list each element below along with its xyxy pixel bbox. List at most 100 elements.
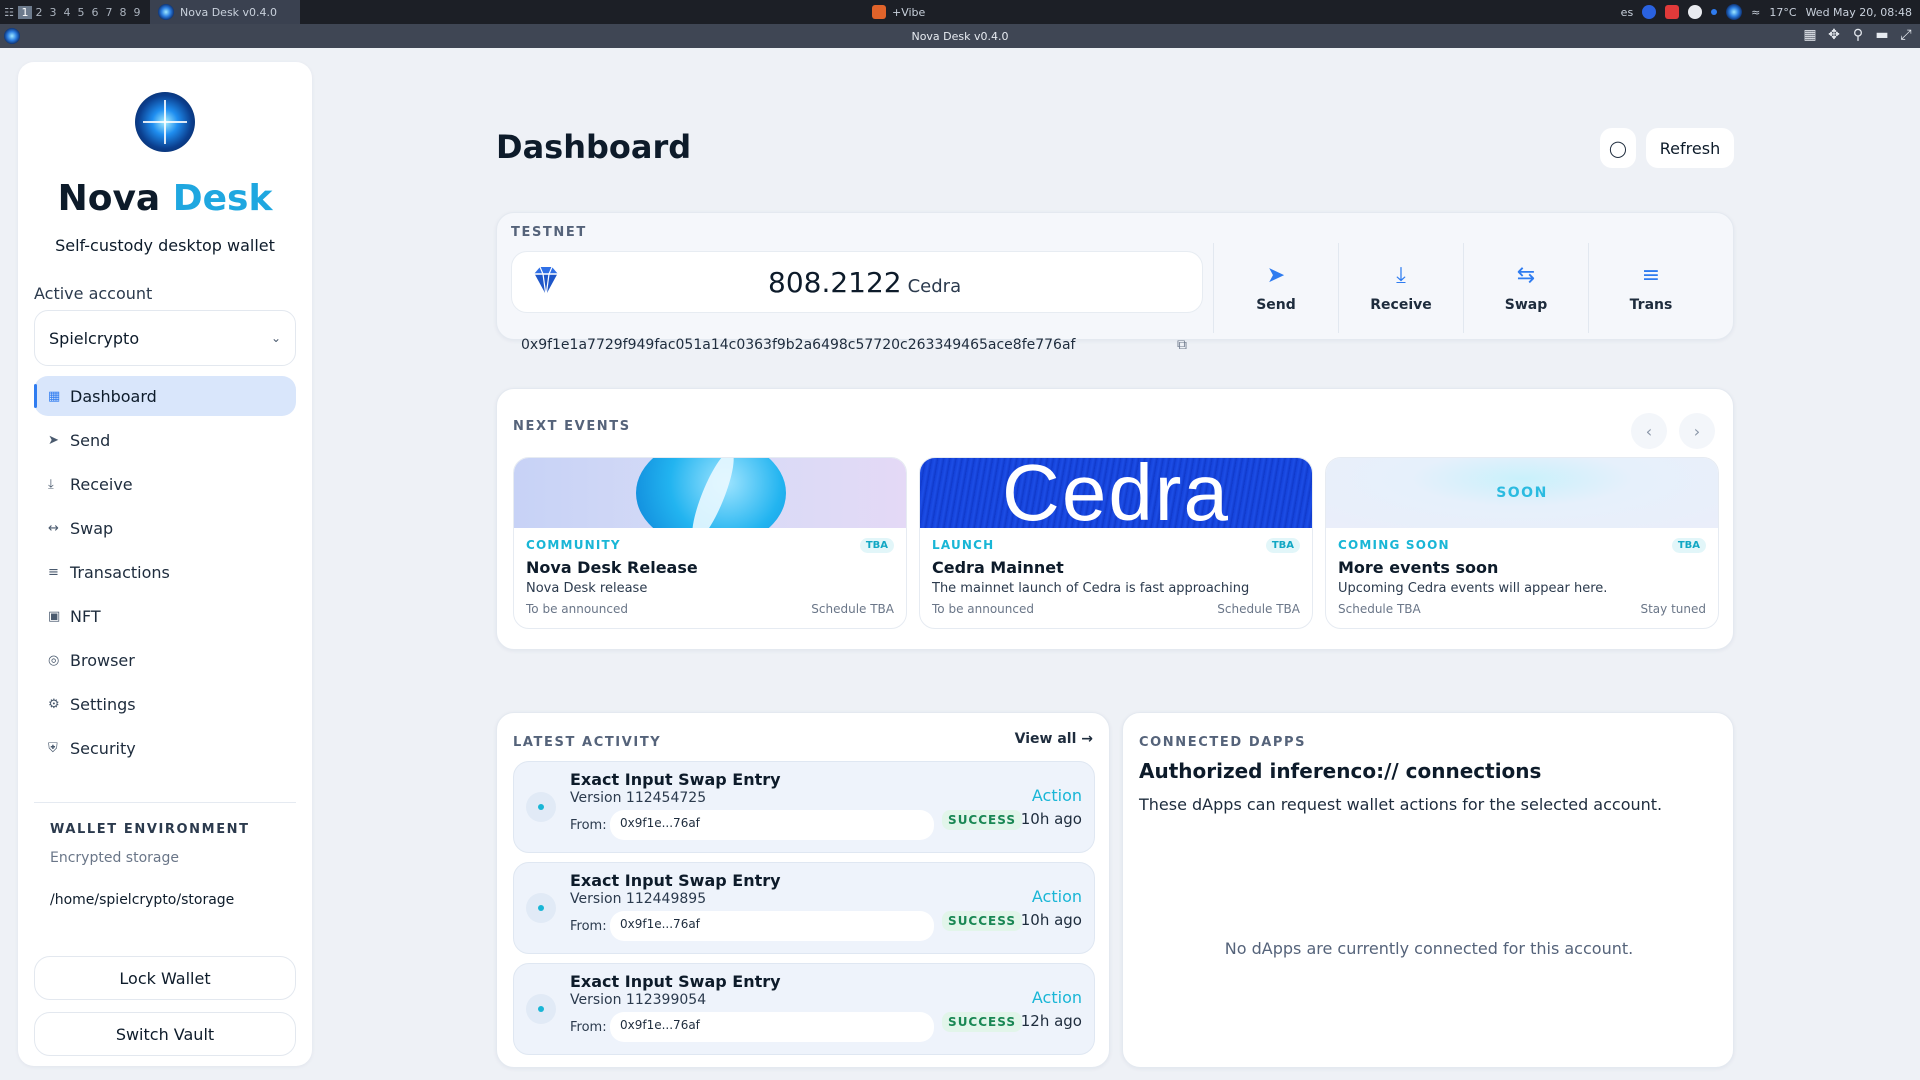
tx-from-address: 0x9f1e...76af xyxy=(610,810,934,840)
sidebar-item-label: Dashboard xyxy=(70,386,157,406)
tile-icon[interactable]: ▦ xyxy=(1802,27,1818,43)
clock[interactable]: Wed May 20, 08:48 xyxy=(1806,6,1912,19)
wifi-icon[interactable]: ≈ xyxy=(1751,6,1760,19)
workspace-4[interactable]: 4 xyxy=(60,6,74,19)
activity-row[interactable]: Exact Input Swap Entry Version 112449895… xyxy=(513,862,1095,954)
sidebar-item-security[interactable]: ⛨ Security xyxy=(34,728,296,768)
sidebar-item-browser[interactable]: ◎ Browser xyxy=(34,640,296,680)
copy-icon[interactable]: ⧉ xyxy=(1177,337,1187,353)
tray-app-icon[interactable] xyxy=(1642,5,1657,19)
balance-box: 808.2122 Cedra xyxy=(511,251,1203,313)
refresh-button[interactable]: Refresh xyxy=(1646,128,1734,168)
center-app-label: +Vibe xyxy=(892,5,926,19)
event-card[interactable]: COMMUNITY TBA Nova Desk Release Nova Des… xyxy=(513,457,907,629)
sidebar-item-label: Browser xyxy=(70,650,135,670)
tx-action-link[interactable]: Action xyxy=(1032,786,1082,805)
list-icon: ≡ xyxy=(1641,263,1661,288)
logo-icon xyxy=(135,92,195,152)
tx-action-link[interactable]: Action xyxy=(1032,988,1082,1007)
event-schedule: Schedule TBA xyxy=(811,602,894,616)
send-icon: ➤ xyxy=(1266,263,1286,288)
status-badge: SUCCESS xyxy=(942,1012,1022,1032)
maximize-icon[interactable]: ⤢ xyxy=(1898,27,1914,43)
brand-title: Nova Desk xyxy=(18,178,312,219)
pin-icon[interactable]: ⚲ xyxy=(1850,27,1866,43)
event-description: Nova Desk release xyxy=(526,581,648,596)
event-badge: TBA xyxy=(1265,538,1300,553)
sidebar-item-send[interactable]: ➤ Send xyxy=(34,420,296,460)
tx-from-label: From: xyxy=(570,919,607,934)
vibe-app-icon xyxy=(872,5,886,19)
diamond-icon xyxy=(533,266,559,298)
tx-version: Version 112449895 xyxy=(570,891,707,907)
activity-row[interactable]: Exact Input Swap Entry Version 112399054… xyxy=(513,963,1095,1055)
next-events-card: NEXT EVENTS ‹ › COMMUNITY TBA Nova Desk … xyxy=(496,388,1734,650)
workspace-6[interactable]: 6 xyxy=(88,6,102,19)
quick-swap-button[interactable]: ⇆ Swap xyxy=(1463,243,1588,333)
event-date: To be announced xyxy=(526,602,628,616)
menu-icon[interactable]: ☷ xyxy=(0,6,18,19)
status-dot-icon xyxy=(526,994,556,1024)
view-all-link[interactable]: View all → xyxy=(1015,731,1093,747)
taskbar-window[interactable]: Nova Desk v0.4.0 xyxy=(150,0,300,24)
taskbar-center-app[interactable]: +Vibe xyxy=(872,5,925,19)
event-schedule: Schedule TBA xyxy=(1217,602,1300,616)
sidebar-item-nft[interactable]: ▣ NFT xyxy=(34,596,296,636)
status-badge: SUCCESS xyxy=(942,810,1022,830)
theme-toggle-button[interactable]: ◯ xyxy=(1600,128,1636,168)
discord-icon[interactable] xyxy=(1688,5,1703,19)
tx-version: Version 112454725 xyxy=(570,790,707,806)
activity-label: LATEST ACTIVITY xyxy=(513,735,662,750)
keyboard-layout[interactable]: es xyxy=(1621,6,1634,19)
quick-transactions-button[interactable]: ≡ Trans xyxy=(1588,243,1713,333)
event-title: Nova Desk Release xyxy=(526,558,698,577)
activity-row[interactable]: Exact Input Swap Entry Version 112454725… xyxy=(513,761,1095,853)
minimize-icon[interactable]: ▬ xyxy=(1874,27,1890,43)
sidebar-item-dashboard[interactable]: ▦ Dashboard xyxy=(34,376,296,416)
shield-icon: ⛨ xyxy=(48,740,58,756)
wallet-environment-label: WALLET ENVIRONMENT xyxy=(50,822,250,837)
account-select-value: Spielcrypto xyxy=(49,328,140,348)
workspace-1[interactable]: 1 xyxy=(18,5,32,19)
switch-vault-button[interactable]: Switch Vault xyxy=(34,1012,296,1056)
sidebar-item-receive[interactable]: ⤓ Receive xyxy=(34,464,296,504)
events-next-button[interactable]: › xyxy=(1679,413,1715,449)
latest-activity-card: LATEST ACTIVITY View all → Exact Input S… xyxy=(496,712,1110,1068)
account-select[interactable]: Spielcrypto ⌄ xyxy=(34,310,296,366)
workspace-8[interactable]: 8 xyxy=(116,6,130,19)
tx-action-link[interactable]: Action xyxy=(1032,887,1082,906)
sidebar-item-transactions[interactable]: ≡ Transactions xyxy=(34,552,296,592)
download-icon: ⤓ xyxy=(48,476,54,492)
event-banner-image: Cedra xyxy=(920,458,1312,528)
workspace-5[interactable]: 5 xyxy=(74,6,88,19)
sidebar-item-settings[interactable]: ⚙ Settings xyxy=(34,684,296,724)
chevron-left-icon: ‹ xyxy=(1645,421,1653,441)
workspace-9[interactable]: 9 xyxy=(130,6,144,19)
view-all-label: View all xyxy=(1014,731,1077,747)
event-card[interactable]: Cedra LAUNCH TBA Cedra Mainnet The mainn… xyxy=(919,457,1313,629)
chevron-down-icon: ⌄ xyxy=(270,331,281,345)
workspace-2[interactable]: 2 xyxy=(32,6,46,19)
sidebar-item-label: NFT xyxy=(70,606,101,626)
nova-tray-icon[interactable] xyxy=(1726,4,1743,20)
image-icon: ▣ xyxy=(48,608,61,624)
quick-actions: ➤ Send ⤓ Receive ⇆ Swap ≡ Trans xyxy=(1213,243,1713,333)
network-label: TESTNET xyxy=(511,225,587,240)
tx-from-label: From: xyxy=(570,818,607,833)
sidebar-nav: ▦ Dashboard ➤ Send ⤓ Receive ↔ Swap ≡ Transac… xyxy=(34,376,296,772)
move-icon[interactable]: ✥ xyxy=(1826,27,1842,43)
quick-action-label: Send xyxy=(1256,297,1296,313)
dapps-label: CONNECTED DAPPS xyxy=(1139,735,1307,750)
tray-files-icon[interactable] xyxy=(1665,5,1680,19)
event-card[interactable]: SOON COMING SOON TBA More events soon Up… xyxy=(1325,457,1719,629)
sidebar-item-swap[interactable]: ↔ Swap xyxy=(34,508,296,548)
workspace-3[interactable]: 3 xyxy=(46,6,60,19)
events-prev-button[interactable]: ‹ xyxy=(1631,413,1667,449)
sidebar-item-label: Security xyxy=(70,738,136,758)
quick-receive-button[interactable]: ⤓ Receive xyxy=(1338,243,1463,333)
event-banner-image xyxy=(514,458,906,528)
workspace-7[interactable]: 7 xyxy=(102,6,116,19)
lock-wallet-button[interactable]: Lock Wallet xyxy=(34,956,296,1000)
balance-value: 808.2122 xyxy=(768,266,902,299)
quick-send-button[interactable]: ➤ Send xyxy=(1213,243,1338,333)
